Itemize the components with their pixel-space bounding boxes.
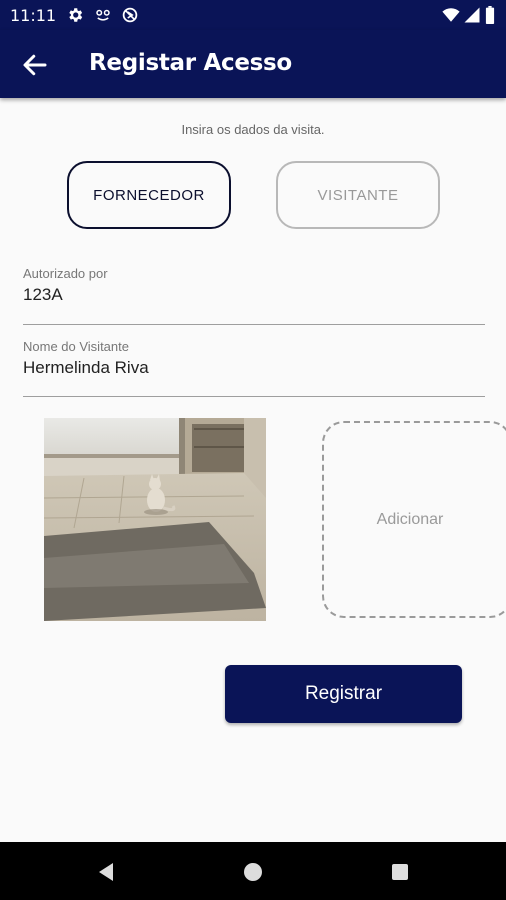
form-hint: Insira os dados da visita.	[181, 122, 325, 137]
recents-square-icon[interactable]	[388, 860, 412, 884]
arrow-left-icon[interactable]	[20, 50, 50, 80]
add-photo-label: Adicionar	[376, 510, 444, 528]
wifi-icon	[442, 8, 460, 22]
battery-icon	[485, 6, 495, 24]
gear-icon	[69, 8, 83, 22]
back-triangle-icon[interactable]	[94, 860, 118, 884]
authorized-by-underline	[23, 324, 485, 325]
visitor-photo[interactable]	[44, 418, 266, 621]
visitor-name-field[interactable]: Nome do Visitante Hermelinda Riva	[23, 339, 485, 399]
add-photo-button[interactable]: Adicionar	[322, 421, 506, 618]
fornecedor-option-button[interactable]: FORNECEDOR	[67, 161, 231, 229]
home-circle-icon[interactable]	[241, 860, 265, 884]
visitante-option-button[interactable]: VISITANTE	[276, 161, 440, 229]
visitor-name-value[interactable]: Hermelinda Riva	[23, 358, 485, 378]
authorized-by-value[interactable]: 123A	[23, 285, 485, 305]
register-button[interactable]: Registrar	[225, 665, 462, 723]
signal-icon	[464, 7, 480, 23]
authorized-by-label: Autorizado por	[23, 266, 108, 281]
system-nav-bar	[0, 842, 506, 900]
face-icon	[96, 9, 110, 21]
status-bar: 11:11	[0, 0, 506, 30]
authorized-by-field[interactable]: Autorizado por 123A	[23, 266, 485, 326]
visitor-photo-image	[44, 418, 266, 621]
page-title: Registar Acesso	[89, 50, 292, 76]
status-time: 11:11	[10, 6, 57, 25]
visitor-name-underline	[23, 396, 485, 397]
app-bar: Registar Acesso	[0, 30, 506, 98]
no-sync-icon	[122, 7, 138, 23]
visitor-name-label: Nome do Visitante	[23, 339, 129, 354]
